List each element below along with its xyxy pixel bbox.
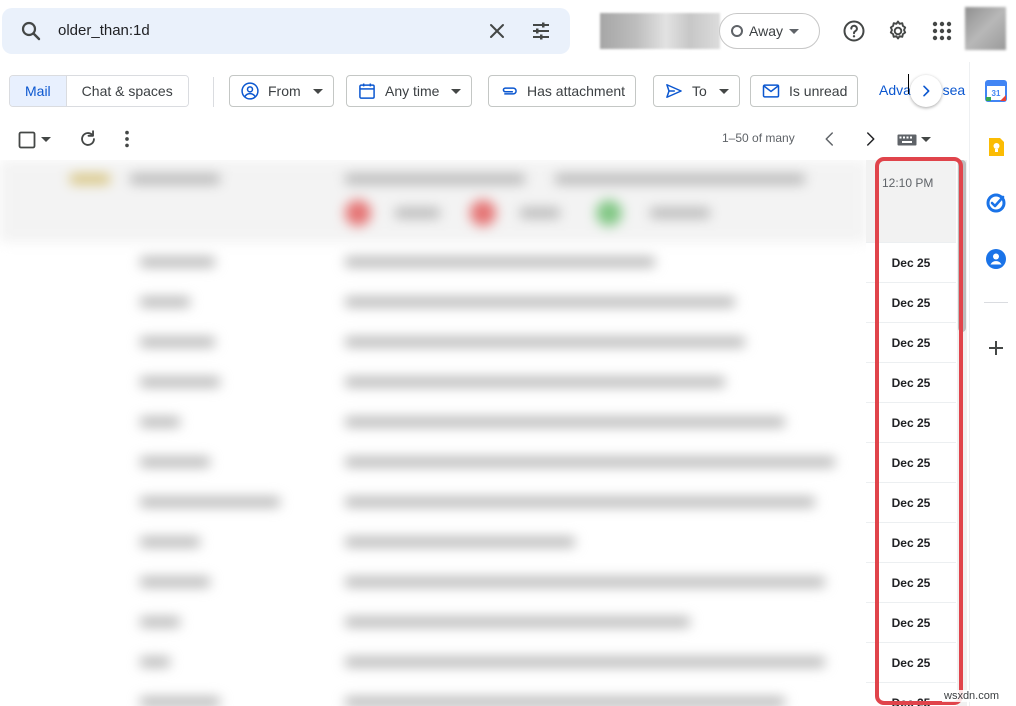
- is-unread-filter-chip[interactable]: Is unread: [750, 75, 859, 107]
- keyboard-icon[interactable]: [897, 134, 917, 146]
- message-date[interactable]: Dec 25: [866, 602, 956, 642]
- watermark: wsxdn.com: [942, 690, 1002, 702]
- calendar-icon[interactable]: 31: [985, 80, 1007, 102]
- message-date[interactable]: Dec 25: [866, 522, 956, 562]
- list-toolbar: 1–50 of many: [0, 120, 968, 160]
- tune-icon[interactable]: [529, 19, 553, 43]
- chevron-down-icon: [451, 88, 462, 94]
- tab-mail[interactable]: Mail: [10, 76, 67, 106]
- side-panel-divider: [984, 302, 1008, 303]
- chevron-down-icon: [788, 28, 799, 34]
- message-time: 12:10 PM: [866, 160, 956, 242]
- message-date[interactable]: Dec 25: [866, 242, 956, 282]
- message-date[interactable]: Dec 25: [866, 362, 956, 402]
- has-attachment-filter-label: Has attachment: [527, 83, 626, 99]
- chevron-right-icon[interactable]: [861, 130, 879, 148]
- pagination-label: 1–50 of many: [722, 131, 795, 145]
- divider: [213, 77, 214, 107]
- message-date[interactable]: Dec 25: [866, 482, 956, 522]
- message-date[interactable]: Dec 25: [866, 642, 956, 682]
- chevron-right-icon: [923, 85, 930, 97]
- chevron-down-icon: [718, 88, 729, 94]
- advanced-search-label-start: Adva: [879, 82, 911, 98]
- caret-down-icon[interactable]: [41, 136, 51, 144]
- to-filter-label: To: [692, 83, 707, 99]
- chevron-left-icon[interactable]: [821, 130, 839, 148]
- any-time-filter-chip[interactable]: Any time: [346, 75, 473, 107]
- tab-chat-spaces[interactable]: Chat & spaces: [66, 76, 188, 106]
- message-date[interactable]: Dec 25: [866, 442, 956, 482]
- message-date[interactable]: Dec 25: [866, 322, 956, 362]
- apps-icon[interactable]: [930, 19, 954, 43]
- contacts-icon[interactable]: [985, 248, 1007, 270]
- scope-toggle: Mail Chat & spaces: [9, 75, 189, 107]
- has-attachment-filter-chip[interactable]: Has attachment: [488, 75, 637, 107]
- side-panel: 31: [969, 62, 1016, 706]
- message-list: 12:10 PM Dec 25 Dec 25 Dec 25 Dec 25 Dec…: [0, 160, 968, 706]
- search-chips-row: Mail Chat & spaces From Any time Has att…: [0, 66, 968, 116]
- tasks-icon[interactable]: [985, 192, 1007, 214]
- blurred-message-content: [0, 160, 866, 706]
- status-ring-icon: [731, 25, 743, 37]
- any-time-filter-label: Any time: [385, 83, 440, 99]
- caret-down-icon[interactable]: [921, 136, 931, 144]
- close-icon[interactable]: [485, 19, 509, 43]
- keep-icon[interactable]: [985, 136, 1007, 158]
- search-bar[interactable]: older_than:1d: [2, 8, 570, 54]
- refresh-icon[interactable]: [77, 128, 99, 150]
- avatar[interactable]: [965, 7, 1006, 50]
- scrollbar-thumb[interactable]: [958, 160, 966, 332]
- status-label: Away: [749, 23, 783, 39]
- from-filter-chip[interactable]: From: [229, 75, 334, 107]
- help-icon[interactable]: [842, 19, 866, 43]
- to-filter-chip[interactable]: To: [653, 75, 740, 107]
- message-date[interactable]: Dec 25: [866, 282, 956, 322]
- select-all-checkbox[interactable]: [18, 131, 36, 149]
- redacted-region: [600, 13, 720, 49]
- search-input[interactable]: older_than:1d: [58, 19, 458, 43]
- message-date[interactable]: Dec 25: [866, 402, 956, 442]
- chevron-down-icon: [312, 88, 323, 94]
- date-column: 12:10 PM Dec 25 Dec 25 Dec 25 Dec 25 Dec…: [866, 160, 956, 706]
- paperclip-icon: [502, 87, 517, 95]
- calendar-day-number: 31: [992, 89, 1001, 98]
- from-filter-label: From: [268, 83, 301, 99]
- add-icon[interactable]: [985, 337, 1007, 359]
- text-cursor: [908, 74, 909, 94]
- list-scrollbar[interactable]: [957, 160, 967, 706]
- message-date[interactable]: Dec 25: [866, 562, 956, 602]
- calendar-icon: [359, 83, 375, 99]
- send-icon: [666, 84, 682, 98]
- mail-icon: [762, 84, 780, 98]
- search-icon[interactable]: [19, 19, 43, 43]
- more-vert-icon[interactable]: [116, 128, 138, 150]
- chips-scroll-right-button[interactable]: [910, 75, 942, 107]
- gear-icon[interactable]: [886, 19, 910, 43]
- account-circle-icon: [241, 82, 259, 100]
- is-unread-filter-label: Is unread: [789, 83, 848, 99]
- status-selector[interactable]: Away: [719, 13, 820, 49]
